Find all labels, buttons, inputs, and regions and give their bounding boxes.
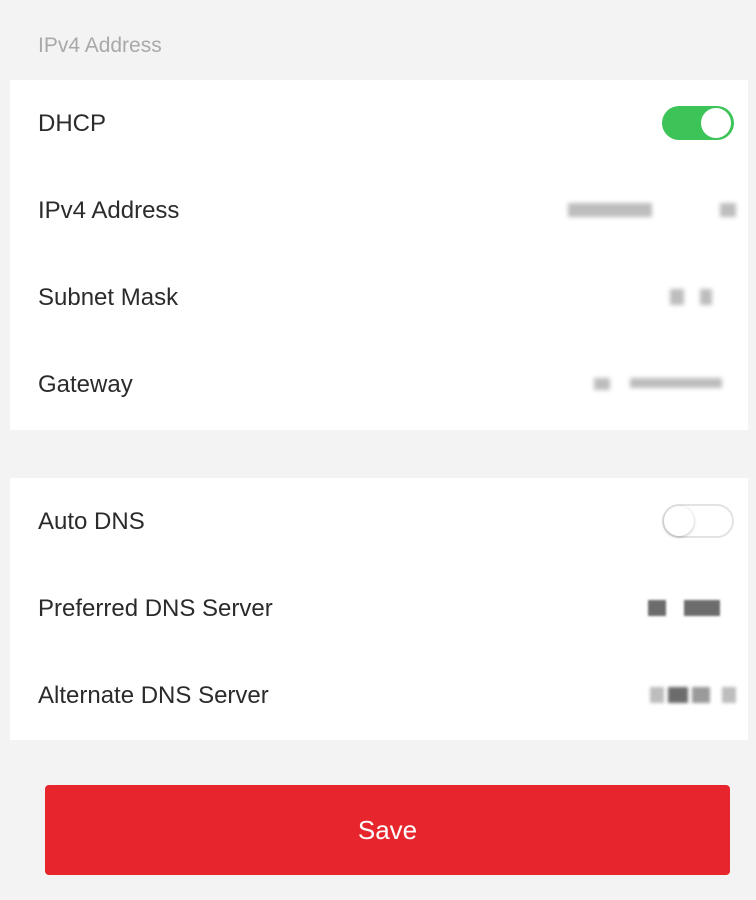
preferred-dns-label: Preferred DNS Server bbox=[38, 595, 273, 622]
subnet-mask-row[interactable]: Subnet Mask bbox=[10, 254, 748, 341]
ipv4-address-row[interactable]: IPv4 Address bbox=[10, 167, 748, 254]
alternate-dns-row[interactable]: Alternate DNS Server bbox=[10, 652, 748, 739]
gateway-value-redacted bbox=[580, 374, 740, 394]
auto-dns-label: Auto DNS bbox=[38, 508, 145, 535]
auto-dns-row: Auto DNS bbox=[10, 478, 748, 565]
section-header: IPv4 Address bbox=[10, 8, 748, 80]
gateway-row[interactable]: Gateway bbox=[10, 341, 748, 428]
subnet-mask-label: Subnet Mask bbox=[38, 284, 179, 311]
section-header-label: IPv4 Address bbox=[38, 34, 162, 57]
save-area: Save bbox=[10, 740, 748, 892]
ipv4-address-label: IPv4 Address bbox=[38, 197, 180, 224]
dhcp-row: DHCP bbox=[10, 80, 748, 167]
toggle-knob bbox=[701, 108, 731, 138]
gateway-label: Gateway bbox=[38, 371, 133, 398]
alternate-dns-label: Alternate DNS Server bbox=[38, 682, 269, 709]
preferred-dns-row[interactable]: Preferred DNS Server bbox=[10, 565, 748, 652]
dns-settings-group: Auto DNS Preferred DNS Server Alternate … bbox=[10, 478, 748, 740]
ipv4-address-value-redacted bbox=[560, 200, 740, 220]
toggle-knob bbox=[664, 506, 694, 536]
subnet-mask-value-redacted bbox=[650, 287, 740, 307]
save-button[interactable]: Save bbox=[45, 785, 730, 875]
alternate-dns-value-redacted bbox=[640, 685, 740, 705]
network-settings-screen: IPv4 Address DHCP IPv4 Address Subnet Ma… bbox=[10, 8, 748, 892]
auto-dns-toggle[interactable] bbox=[662, 504, 734, 538]
dhcp-label: DHCP bbox=[38, 110, 107, 137]
dhcp-toggle[interactable] bbox=[662, 106, 734, 140]
ipv4-settings-group: DHCP IPv4 Address Subnet Mask Gateway bbox=[10, 80, 748, 430]
preferred-dns-value-redacted bbox=[640, 598, 740, 618]
